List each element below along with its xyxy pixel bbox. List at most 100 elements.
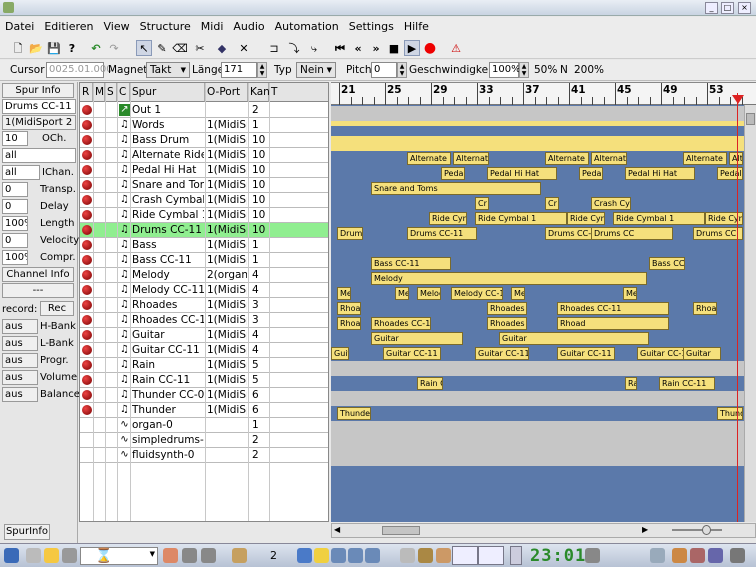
midi-part[interactable]: Alternate: [545, 152, 589, 165]
track-name[interactable]: simpledrums-0: [132, 433, 204, 447]
record-enable-icon[interactable]: [82, 120, 92, 130]
tray-icon-e[interactable]: [585, 548, 600, 563]
track-name[interactable]: Thunder CC-0,2: [132, 388, 204, 402]
midi-part[interactable]: Alternate: [453, 152, 489, 165]
vertical-scroll-thumb[interactable]: [746, 113, 755, 125]
midi-part[interactable]: Me: [511, 287, 525, 300]
app-icon-2[interactable]: [436, 548, 451, 563]
record-enable-icon[interactable]: [82, 150, 92, 160]
track-name[interactable]: Bass Drum: [132, 133, 204, 147]
track-port[interactable]: 1(MidiSp: [207, 373, 247, 387]
tray-icon-i[interactable]: [708, 548, 723, 563]
midi-part[interactable]: Guitar: [331, 347, 349, 360]
eraser-tool-icon[interactable]: ⌫: [172, 40, 188, 56]
midi-part[interactable]: Melody: [371, 272, 647, 285]
track-port[interactable]: 1(MidiSp: [207, 238, 247, 252]
track-channel[interactable]: 2: [252, 433, 268, 447]
volume-select[interactable]: aus: [2, 370, 38, 385]
midi-part[interactable]: Snare and Toms: [371, 182, 541, 195]
track-channel[interactable]: 1: [252, 118, 268, 132]
track-port[interactable]: 1(MidiSp: [207, 328, 247, 342]
track-channel[interactable]: 6: [252, 388, 268, 402]
midi-part[interactable]: Rhoad: [557, 317, 669, 330]
kde-menu-icon[interactable]: [4, 548, 19, 563]
home-icon[interactable]: [163, 548, 178, 563]
goto-start-icon[interactable]: ⏮: [332, 40, 348, 56]
track-port[interactable]: 1(MidiSp: [207, 223, 247, 237]
record-enable-icon[interactable]: [82, 270, 92, 280]
track-port[interactable]: 1(MidiSp: [207, 163, 247, 177]
stop-icon[interactable]: ■: [386, 40, 402, 56]
col-header-mute[interactable]: M: [93, 83, 105, 102]
midi-part[interactable]: Ride Cymbal 1: [613, 212, 705, 225]
record-enable-icon[interactable]: [82, 315, 92, 325]
midi-part[interactable]: Rhoades CC-11: [371, 317, 431, 330]
midi-part[interactable]: Guitar CC-11: [557, 347, 615, 360]
track-port[interactable]: 1(MidiSp: [207, 118, 247, 132]
task-selector[interactable]: ⌛ ▼: [80, 547, 158, 565]
col-header-type[interactable]: T: [269, 83, 328, 102]
midi-part[interactable]: Guitar CC-11: [383, 347, 441, 360]
track-name[interactable]: Crash Cymbal: [132, 193, 204, 207]
track-name[interactable]: Rain: [132, 358, 204, 372]
track-name[interactable]: Guitar CC-11: [132, 343, 204, 357]
record-enable-icon[interactable]: [82, 240, 92, 250]
track-channel[interactable]: 10: [252, 178, 268, 192]
midi-part[interactable]: Thunder: [717, 407, 743, 420]
midi-part[interactable]: Pedal Hi Hat: [487, 167, 557, 180]
lbank-select[interactable]: aus: [2, 336, 38, 351]
track-port[interactable]: 1(MidiSp: [207, 208, 247, 222]
track-name[interactable]: Rhoades: [132, 298, 204, 312]
record-enable-icon[interactable]: [82, 210, 92, 220]
track-name[interactable]: Rain CC-11: [132, 373, 204, 387]
tray-icon-c[interactable]: [365, 548, 380, 563]
horizontal-scrollbar[interactable]: ◀ ▶: [331, 523, 756, 538]
midi-part[interactable]: Rain CC-11: [659, 377, 715, 390]
length-spinner[interactable]: ▲ ▼: [257, 62, 267, 78]
vertical-scrollbar[interactable]: [744, 105, 756, 522]
length-percent-field[interactable]: 100%: [2, 216, 28, 231]
track-channel[interactable]: 1: [252, 418, 268, 432]
record-enable-icon[interactable]: [82, 180, 92, 190]
record-enable-icon[interactable]: [82, 405, 92, 415]
pitch-spinner[interactable]: ▲ ▼: [397, 62, 407, 78]
record-enable-icon[interactable]: [82, 165, 92, 175]
pager-desktop-2[interactable]: [478, 546, 504, 565]
track-name[interactable]: Melody: [132, 268, 204, 282]
track-port[interactable]: 1(MidiSp: [207, 343, 247, 357]
pencil-tool-icon[interactable]: ✎: [154, 40, 170, 56]
tray-icon-f[interactable]: [650, 548, 665, 563]
panic-icon[interactable]: ⚠: [448, 40, 464, 56]
compression-field[interactable]: 100%: [2, 250, 28, 265]
record-enable-icon[interactable]: [82, 330, 92, 340]
maximize-button[interactable]: □: [721, 2, 734, 14]
menu-settings[interactable]: Settings: [344, 17, 399, 36]
track-port[interactable]: 1(MidiSp: [207, 253, 247, 267]
zoom-slider-track[interactable]: [672, 529, 722, 531]
track-port[interactable]: 1(MidiSp: [207, 358, 247, 372]
spurinfo-toggle-button[interactable]: SpurInfo: [4, 524, 50, 540]
tray-icon-g[interactable]: [672, 548, 687, 563]
midi-part[interactable]: Rhoad: [337, 302, 361, 315]
timeline-ruler[interactable]: 21 25 29 33 37 41 45 49 53: [331, 83, 756, 105]
midi-part[interactable]: Alternate: [683, 152, 727, 165]
track-channel[interactable]: 1: [252, 253, 268, 267]
track-name[interactable]: organ-0: [132, 418, 204, 432]
midi-part[interactable]: Guitar: [499, 332, 649, 345]
velocity-field[interactable]: 0: [2, 233, 28, 248]
track-name[interactable]: Bass: [132, 238, 204, 252]
track-port[interactable]: 1(MidiSp: [207, 133, 247, 147]
desktop-pager-icon[interactable]: [297, 548, 312, 563]
track-name[interactable]: Pedal Hi Hat: [132, 163, 204, 177]
midi-part[interactable]: Drums: [337, 227, 363, 240]
record-enable-icon[interactable]: [82, 105, 92, 115]
glue-tool-icon[interactable]: ◆: [214, 40, 230, 56]
record-enable-icon[interactable]: [82, 390, 92, 400]
midi-part[interactable]: Rhoades CC-11: [487, 317, 527, 330]
penguin-icon[interactable]: [44, 548, 59, 563]
fox-icon[interactable]: [418, 548, 433, 563]
speed-option-50[interactable]: 50%: [534, 64, 557, 76]
scroll-left-icon[interactable]: ◀: [334, 525, 340, 534]
track-channel[interactable]: 3: [252, 313, 268, 327]
midi-part[interactable]: Guitar: [371, 332, 463, 345]
